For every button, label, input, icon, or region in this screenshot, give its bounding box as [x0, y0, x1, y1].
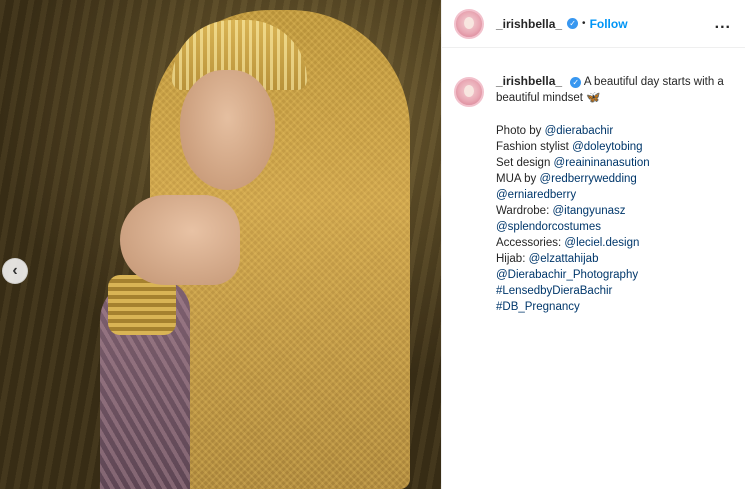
mention-link[interactable]: @itangyunasz	[552, 205, 625, 217]
credit-line: Wardrobe: @itangyunasz	[496, 203, 731, 219]
hashtag-link[interactable]: #DB_Pregnancy	[496, 301, 580, 313]
credit-label: Accessories:	[496, 237, 565, 249]
caption-avatar[interactable]	[454, 77, 484, 107]
credit-line: @Dierabachir_Photography	[496, 267, 731, 283]
credit-label: Fashion stylist	[496, 141, 573, 153]
credit-label: Wardrobe:	[496, 205, 553, 217]
separator-dot: •	[582, 18, 586, 29]
mention-link[interactable]: @splendorcostumes	[496, 221, 601, 233]
mention-link[interactable]: @leciel.design	[564, 237, 639, 249]
mention-link[interactable]: @reaininanasution	[554, 157, 650, 169]
butterfly-emoji: 🦋	[586, 92, 601, 104]
credit-line: Hijab: @elzattahijab	[496, 251, 731, 267]
credit-line: Accessories: @leciel.design	[496, 235, 731, 251]
credit-label: Photo by	[496, 125, 545, 137]
post-photo[interactable]: ‹	[0, 0, 441, 489]
credit-line: #DB_Pregnancy	[496, 299, 731, 315]
mention-link[interactable]: @Dierabachir_Photography	[496, 269, 638, 281]
credit-line: MUA by @redberrywedding	[496, 171, 731, 187]
follow-button[interactable]: Follow	[590, 17, 628, 31]
hashtag-link[interactable]: #LensedbyDieraBachir	[496, 285, 612, 297]
mention-link[interactable]: @elzattahijab	[529, 253, 599, 265]
mention-link[interactable]: @doleytobing	[572, 141, 643, 153]
credit-line: Set design @reaininanasution	[496, 155, 731, 171]
caption-body: _irishbella_ ✓ A beautiful day starts wi…	[496, 73, 731, 315]
mention-link[interactable]: @redberrywedding	[539, 173, 636, 185]
verified-badge-icon: ✓	[570, 77, 582, 88]
credit-line: Fashion stylist @doleytobing	[496, 139, 731, 155]
credit-label: Hijab:	[496, 253, 529, 265]
mention-link[interactable]: @erniaredberry	[496, 189, 576, 201]
chevron-left-icon[interactable]: ‹	[2, 258, 28, 284]
credits-list: Photo by @dierabachir Fashion stylist @do…	[496, 123, 731, 315]
face	[180, 70, 275, 190]
caption-text-block: _irishbella_ ✓ A beautiful day starts wi…	[496, 73, 731, 106]
credit-line: @erniaredberry	[496, 187, 731, 203]
credit-line: @splendorcostumes	[496, 219, 731, 235]
more-options-icon[interactable]: ...	[715, 15, 731, 33]
caption: _irishbella_ ✓ A beautiful day starts wi…	[442, 48, 745, 315]
header-username[interactable]: _irishbella_	[496, 17, 562, 31]
credit-line: #LensedbyDieraBachir	[496, 283, 731, 299]
credit-line: Photo by @dierabachir	[496, 123, 731, 139]
mention-link[interactable]: @dierabachir	[545, 125, 614, 137]
verified-badge-icon: ✓	[567, 18, 579, 29]
credit-label: MUA by	[496, 173, 540, 185]
avatar[interactable]	[454, 8, 484, 39]
credit-label: Set design	[496, 157, 554, 169]
hand	[120, 195, 240, 285]
post-sidebar: _irishbella_ ✓ • Follow ... _irishbella_…	[441, 0, 745, 489]
caption-username[interactable]: _irishbella_	[496, 74, 562, 88]
post-header: _irishbella_ ✓ • Follow ...	[442, 0, 745, 48]
